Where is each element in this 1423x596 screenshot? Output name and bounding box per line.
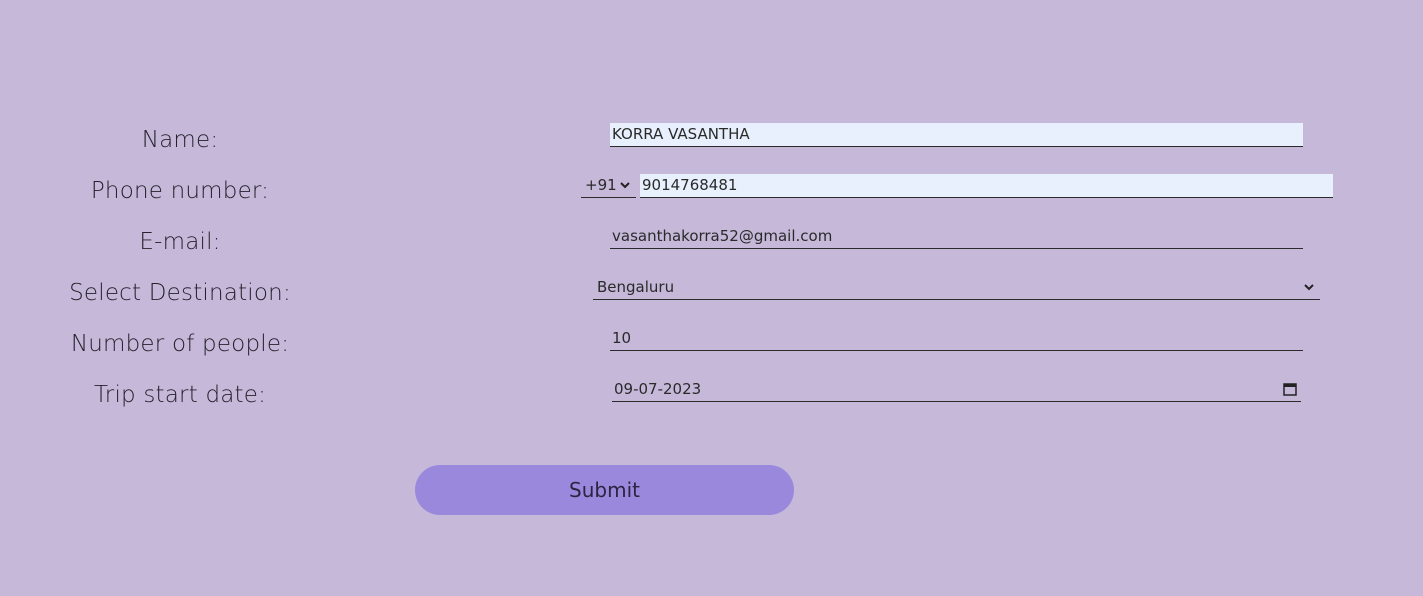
destination-select[interactable]: Bengaluru <box>593 276 1320 300</box>
name-input[interactable]: KORRA VASANTHA <box>610 123 1303 147</box>
chevron-down-icon <box>620 182 630 189</box>
name-label: Name: <box>141 127 219 153</box>
start-date-input[interactable]: 09-07-2023 <box>612 378 1301 402</box>
start-date-value: 09-07-2023 <box>614 380 702 398</box>
submit-button[interactable]: Submit <box>415 465 794 515</box>
chevron-down-icon <box>1304 284 1314 291</box>
people-label: Number of people: <box>70 331 290 357</box>
people-input[interactable]: 10 <box>610 327 1303 351</box>
start-date-label: Trip start date: <box>93 382 267 408</box>
phone-label: Phone number: <box>90 178 270 204</box>
email-input[interactable]: vasanthakorra52@gmail.com <box>610 225 1303 249</box>
country-code-select[interactable]: +91 <box>581 174 636 198</box>
country-code-value: +91 <box>585 176 617 194</box>
destination-label: Select Destination: <box>69 280 291 306</box>
phone-input[interactable]: 9014768481 <box>640 174 1333 198</box>
calendar-icon[interactable] <box>1283 382 1297 396</box>
email-label: E-mail: <box>139 229 221 255</box>
destination-value: Bengaluru <box>597 278 675 296</box>
